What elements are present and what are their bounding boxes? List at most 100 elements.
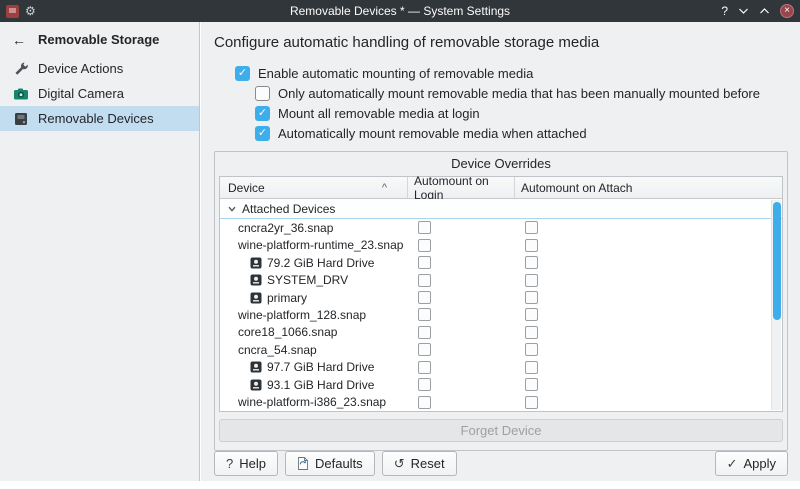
device-name: primary: [267, 291, 307, 305]
window-controls: ? ×: [721, 4, 794, 18]
option-checkbox[interactable]: [255, 106, 270, 121]
device-cell: cncra2yr_36.snap: [220, 219, 408, 236]
automount-login-checkbox[interactable]: [418, 274, 431, 287]
hard-drive-icon: [250, 292, 262, 304]
automount-attach-checkbox[interactable]: [525, 361, 538, 374]
automount-login-checkbox[interactable]: [418, 256, 431, 269]
hard-drive-icon: [250, 274, 262, 286]
device-cell: 97.7 GiB Hard Drive: [220, 359, 408, 376]
vertical-scrollbar[interactable]: [771, 200, 781, 410]
device-row[interactable]: cncra_54.snap: [220, 341, 782, 358]
defaults-button[interactable]: Defaults: [285, 451, 375, 476]
automount-attach-checkbox[interactable]: [525, 291, 538, 304]
apply-button[interactable]: ✓ Apply: [715, 451, 788, 476]
group-title: Device Overrides: [219, 155, 783, 173]
automount-login-cell: [408, 254, 515, 271]
device-name: cncra2yr_36.snap: [238, 221, 333, 235]
option-checkbox[interactable]: [235, 66, 250, 81]
automount-login-checkbox[interactable]: [418, 291, 431, 304]
device-row[interactable]: wine-platform-runtime_23.snap: [220, 236, 782, 253]
automount-attach-cell: [515, 359, 782, 376]
device-overrides-group: Device Overrides Device ^ Automount on L…: [214, 151, 788, 451]
mount-options: Enable automatic mounting of removable m…: [214, 63, 788, 143]
automount-attach-checkbox[interactable]: [525, 343, 538, 356]
option-label: Only automatically mount removable media…: [278, 86, 760, 101]
sidebar-item-label: Removable Devices: [38, 111, 154, 126]
automount-login-checkbox[interactable]: [418, 378, 431, 391]
device-cell: 93.1 GiB Hard Drive: [220, 376, 408, 393]
automount-login-cell: [408, 289, 515, 306]
device-row[interactable]: 93.1 GiB Hard Drive: [220, 376, 782, 393]
sidebar-item-removable-devices[interactable]: Removable Devices: [0, 106, 199, 131]
automount-login-checkbox[interactable]: [418, 396, 431, 409]
column-header-automount-attach[interactable]: Automount on Attach: [515, 177, 782, 198]
reset-button[interactable]: ↺ Reset: [382, 451, 457, 476]
device-row[interactable]: wine-platform-i386_23.snap: [220, 394, 782, 411]
device-table: Device ^ Automount on Login Automount on…: [219, 176, 783, 412]
device-cell: wine-platform-runtime_23.snap: [220, 236, 408, 253]
help-icon[interactable]: ?: [721, 5, 728, 17]
automount-attach-checkbox[interactable]: [525, 378, 538, 391]
automount-login-cell: [408, 376, 515, 393]
automount-attach-checkbox[interactable]: [525, 239, 538, 252]
device-row[interactable]: 79.2 GiB Hard Drive: [220, 254, 782, 271]
option-checkbox[interactable]: [255, 126, 270, 141]
column-header-device[interactable]: Device ^: [220, 177, 408, 198]
automount-login-cell: [408, 341, 515, 358]
automount-login-cell: [408, 394, 515, 411]
forget-device-button[interactable]: Forget Device: [219, 419, 783, 442]
automount-login-checkbox[interactable]: [418, 239, 431, 252]
automount-login-checkbox[interactable]: [418, 326, 431, 339]
device-row[interactable]: SYSTEM_DRV: [220, 271, 782, 288]
close-button[interactable]: ×: [780, 4, 794, 18]
expander-chevron-icon[interactable]: [227, 204, 237, 214]
help-button[interactable]: ? Help: [214, 451, 278, 476]
device-name: cncra_54.snap: [238, 343, 317, 357]
tree-group-attached-devices[interactable]: Attached Devices: [220, 199, 782, 219]
sidebar-item-digital-camera[interactable]: Digital Camera: [0, 81, 199, 106]
device-row[interactable]: wine-platform_128.snap: [220, 306, 782, 323]
automount-attach-checkbox[interactable]: [525, 256, 538, 269]
scrollbar-thumb[interactable]: [773, 202, 781, 320]
device-name: 97.7 GiB Hard Drive: [267, 360, 374, 374]
column-header-automount-login[interactable]: Automount on Login: [408, 177, 515, 198]
help-button-label: Help: [239, 456, 266, 471]
automount-login-checkbox[interactable]: [418, 221, 431, 234]
automount-login-checkbox[interactable]: [418, 361, 431, 374]
device-row[interactable]: core18_1066.snap: [220, 324, 782, 341]
automount-attach-checkbox[interactable]: [525, 396, 538, 409]
automount-attach-checkbox[interactable]: [525, 274, 538, 287]
automount-attach-cell: [515, 254, 782, 271]
device-row[interactable]: cncra2yr_36.snap: [220, 219, 782, 236]
automount-login-checkbox[interactable]: [418, 343, 431, 356]
back-arrow-icon[interactable]: ←: [12, 33, 26, 47]
automount-attach-cell: [515, 306, 782, 323]
automount-login-cell: [408, 271, 515, 288]
window-title: Removable Devices * — System Settings: [100, 4, 700, 18]
automount-attach-checkbox[interactable]: [525, 221, 538, 234]
option-checkbox[interactable]: [255, 86, 270, 101]
device-row[interactable]: primary: [220, 289, 782, 306]
automount-attach-checkbox[interactable]: [525, 326, 538, 339]
titlebar-left-icons: ⚙: [6, 5, 36, 18]
sidebar-item-device-actions[interactable]: Device Actions: [0, 56, 199, 81]
automount-login-cell: [408, 306, 515, 323]
automount-attach-checkbox[interactable]: [525, 308, 538, 321]
sidebar-header[interactable]: ← Removable Storage: [0, 22, 199, 56]
maximize-chevron-up-icon[interactable]: [759, 7, 770, 15]
reset-button-label: Reset: [411, 456, 445, 471]
tree-group-label: Attached Devices: [242, 202, 335, 216]
device-cell: primary: [220, 289, 408, 306]
mount-option-row: Enable automatic mounting of removable m…: [235, 63, 788, 83]
app-icon: [6, 5, 19, 18]
sort-ascending-icon: ^: [382, 182, 387, 194]
device-rows: cncra2yr_36.snapwine-platform-runtime_23…: [220, 219, 782, 411]
automount-attach-cell: [515, 289, 782, 306]
device-row[interactable]: 97.7 GiB Hard Drive: [220, 359, 782, 376]
shade-chevron-down-icon[interactable]: [738, 7, 749, 15]
automount-login-checkbox[interactable]: [418, 308, 431, 321]
option-label: Mount all removable media at login: [278, 106, 480, 121]
mount-option-row: Mount all removable media at login: [255, 103, 788, 123]
device-name: 79.2 GiB Hard Drive: [267, 256, 374, 270]
reset-undo-icon: ↺: [394, 457, 405, 470]
